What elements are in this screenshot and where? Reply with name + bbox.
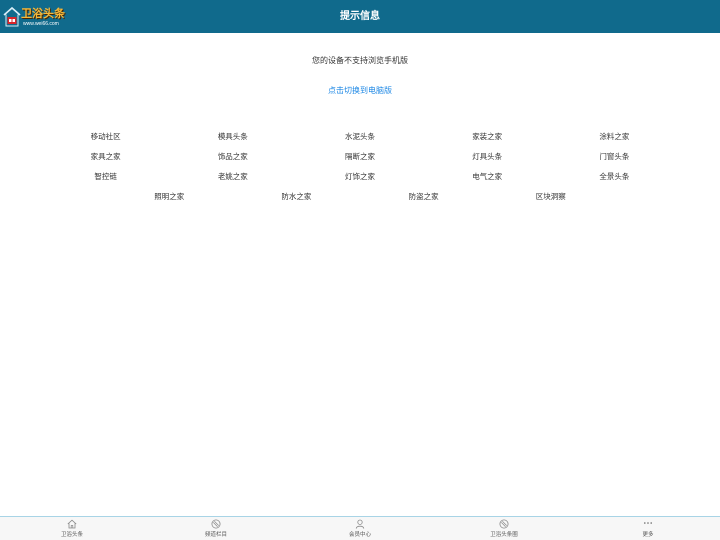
user-icon — [355, 519, 365, 529]
channel-link[interactable]: 涂料之家 — [551, 127, 678, 147]
tab-home[interactable]: 卫浴头条 — [0, 517, 144, 540]
channel-link[interactable]: 隔断之家 — [296, 147, 423, 167]
channel-icon — [211, 519, 221, 529]
tab-label: 更多 — [642, 532, 654, 538]
channel-link[interactable]: 全景头条 — [551, 167, 678, 187]
channel-link[interactable]: 饰品之家 — [169, 147, 296, 167]
unsupported-device-message: 您的设备不支持浏览手机版 — [312, 56, 408, 65]
bottom-tab-bar: 卫浴头条 频道栏目 会员中心 卫浴头条圈 更多 — [0, 516, 720, 540]
channel-link[interactable]: 智控链 — [42, 167, 169, 187]
switch-to-desktop-link[interactable]: 点击切换到电脑版 — [328, 86, 392, 95]
switch-link-row: 点击切换到电脑版 — [0, 84, 720, 98]
channel-link[interactable]: 家装之家 — [424, 127, 551, 147]
channel-link[interactable]: 老姚之家 — [169, 167, 296, 187]
channel-link[interactable]: 防水之家 — [233, 187, 360, 207]
tab-label: 会员中心 — [348, 532, 371, 538]
tab-label: 卫浴头条 — [60, 532, 83, 538]
circle-icon — [499, 519, 509, 529]
channel-link[interactable]: 防盗之家 — [360, 187, 487, 207]
channel-links-grid: 移动社区 模具头条 水泥头条 家装之家 涂料之家 家具之家 饰品之家 隔断之家 … — [42, 127, 678, 207]
channel-link[interactable]: 门窗头条 — [551, 147, 678, 167]
tab-channels[interactable]: 频道栏目 — [144, 517, 288, 540]
channel-link[interactable]: 区块洞察 — [487, 187, 614, 207]
tab-more[interactable]: 更多 — [576, 517, 720, 540]
tab-community-circle[interactable]: 卫浴头条圈 — [432, 517, 576, 540]
tab-member-center[interactable]: 会员中心 — [288, 517, 432, 540]
tab-label: 卫浴头条圈 — [490, 532, 518, 538]
channel-link[interactable]: 电气之家 — [424, 167, 551, 187]
channel-link[interactable]: 移动社区 — [42, 127, 169, 147]
top-header: 卫浴头条 www.wei66.com 提示信息 — [0, 0, 720, 33]
page-title: 提示信息 — [340, 11, 380, 22]
more-icon — [643, 519, 653, 529]
channel-link[interactable]: 照明之家 — [106, 187, 233, 207]
channel-link[interactable]: 模具头条 — [169, 127, 296, 147]
channel-link[interactable]: 家具之家 — [42, 147, 169, 167]
tab-label: 频道栏目 — [204, 532, 227, 538]
channel-link[interactable]: 灯具头条 — [424, 147, 551, 167]
channel-link[interactable]: 水泥头条 — [296, 127, 423, 147]
channel-link[interactable]: 灯饰之家 — [296, 167, 423, 187]
home-icon — [67, 519, 77, 529]
